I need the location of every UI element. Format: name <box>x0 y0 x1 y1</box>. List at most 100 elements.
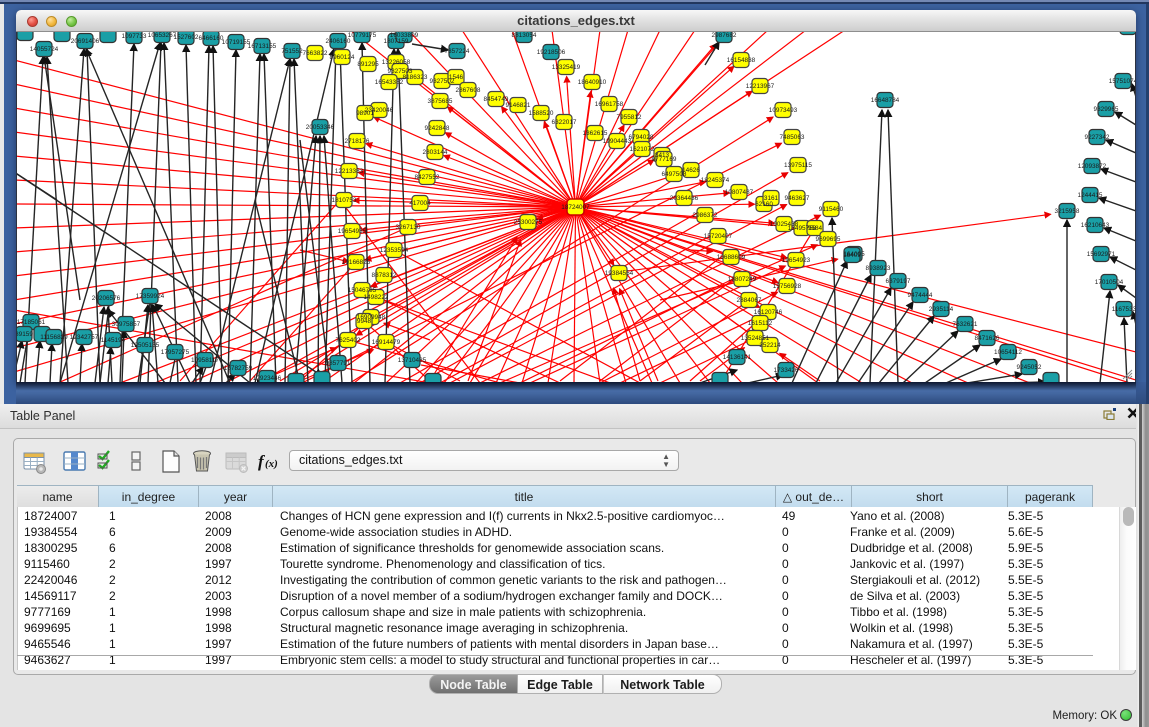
svg-text:16782759: 16782759 <box>224 365 253 372</box>
svg-text:1588520: 1588520 <box>529 110 554 117</box>
svg-text:751552: 751552 <box>281 48 303 55</box>
svg-text:8813054: 8813054 <box>512 32 537 39</box>
svg-text:16914479: 16914479 <box>372 339 401 346</box>
svg-text:18807249: 18807249 <box>728 276 757 283</box>
svg-text:1498222: 1498222 <box>364 294 389 301</box>
svg-text:13975115: 13975115 <box>784 162 812 169</box>
svg-text:2867608: 2867608 <box>456 87 481 94</box>
svg-text:9777169: 9777169 <box>652 156 677 163</box>
svg-text:417004: 417004 <box>409 200 431 207</box>
svg-text:9463627: 9463627 <box>785 195 810 202</box>
svg-text:891295: 891295 <box>357 61 379 68</box>
svg-text:1244415: 1244415 <box>1078 192 1103 199</box>
svg-text:30975857: 30975857 <box>112 321 141 328</box>
svg-text:2986372: 2986372 <box>693 212 718 219</box>
svg-text:12093872: 12093872 <box>1078 163 1107 170</box>
svg-text:7663822: 7663822 <box>303 50 328 57</box>
svg-text:1807159: 1807159 <box>384 38 409 45</box>
svg-text:16033809: 16033809 <box>390 32 419 39</box>
svg-text:1362615: 1362615 <box>583 130 608 137</box>
svg-text:6497508: 6497508 <box>662 171 687 178</box>
svg-text:10958117: 10958117 <box>191 357 219 364</box>
svg-text:2718176: 2718176 <box>345 138 370 145</box>
svg-text:19904443: 19904443 <box>603 138 632 145</box>
svg-text:18640910: 18640910 <box>578 79 607 86</box>
svg-text:20206576: 20206576 <box>92 295 121 302</box>
svg-text:3267130: 3267130 <box>396 224 421 231</box>
svg-text:6466160: 6466160 <box>199 35 224 42</box>
svg-text:9948: 9948 <box>357 318 372 325</box>
svg-text:15692971: 15692971 <box>1087 251 1116 258</box>
svg-text:9584: 9584 <box>808 225 823 232</box>
svg-text:10688609: 10688609 <box>717 254 746 261</box>
svg-text:2406160: 2406160 <box>326 38 351 45</box>
svg-text:2803144: 2803144 <box>423 149 448 156</box>
svg-text:17010504: 17010504 <box>1095 279 1124 286</box>
svg-text:16961758: 16961758 <box>595 101 624 108</box>
svg-text:20364436: 20364436 <box>670 195 699 202</box>
svg-text:6322017: 6322017 <box>552 119 577 126</box>
svg-text:8960124: 8960124 <box>330 54 355 61</box>
svg-text:15720407: 15720407 <box>704 233 733 240</box>
svg-text:19166825: 19166825 <box>342 259 371 266</box>
svg-text:3875685: 3875685 <box>428 98 453 105</box>
svg-text:8878312: 8878312 <box>372 272 397 279</box>
svg-text:1733426: 1733426 <box>774 367 799 374</box>
svg-text:2935114: 2935114 <box>929 306 954 313</box>
svg-text:7485063: 7485063 <box>780 134 805 141</box>
svg-text:8427552: 8427552 <box>415 174 440 181</box>
svg-text:8186323: 8186323 <box>403 74 428 81</box>
svg-text:98901: 98901 <box>356 110 374 117</box>
svg-text:16120746: 16120746 <box>754 309 783 316</box>
svg-text:20053346: 20053346 <box>306 124 335 131</box>
svg-text:17185061: 17185061 <box>17 319 46 326</box>
svg-text:39159: 39159 <box>17 331 33 338</box>
svg-text:19384554: 19384554 <box>605 270 634 277</box>
svg-text:12342757: 12342757 <box>70 334 99 341</box>
svg-text:11156829: 11156829 <box>40 334 68 341</box>
svg-text:9227342: 9227342 <box>1085 134 1110 141</box>
svg-text:18724007: 18724007 <box>561 204 590 211</box>
svg-text:2987682: 2987682 <box>712 32 737 39</box>
svg-text:7357224: 7357224 <box>445 48 470 55</box>
svg-text:1615112: 1615112 <box>748 320 773 327</box>
svg-text:3215958: 3215958 <box>1055 208 1080 215</box>
svg-text:1810753: 1810753 <box>332 197 357 204</box>
svg-text:16210643: 16210643 <box>1081 222 1110 229</box>
svg-text:3161: 3161 <box>764 195 779 202</box>
svg-text:10654112: 10654112 <box>994 349 1022 356</box>
svg-text:12213967: 12213967 <box>746 83 775 90</box>
svg-text:252214: 252214 <box>759 342 781 349</box>
svg-text:7632621: 7632621 <box>953 321 978 328</box>
svg-text:9474444: 9474444 <box>908 292 933 299</box>
svg-text:1097733: 1097733 <box>122 33 147 40</box>
svg-text:13226058: 13226058 <box>382 59 411 66</box>
svg-text:8471626: 8471626 <box>975 335 1000 342</box>
svg-text:10973493: 10973493 <box>769 107 798 114</box>
svg-text:12213383: 12213383 <box>335 168 364 175</box>
svg-text:16409: 16409 <box>843 252 861 259</box>
svg-text:19654935: 19654935 <box>338 228 367 235</box>
svg-text:19756928: 19756928 <box>773 283 802 290</box>
svg-text:9699695: 9699695 <box>816 236 841 243</box>
svg-text:15751074: 15751074 <box>1109 78 1135 85</box>
svg-text:13524851: 13524851 <box>741 335 770 342</box>
svg-text:9857791: 9857791 <box>326 360 351 367</box>
svg-text:(x): (x) <box>265 458 278 470</box>
svg-text:1546: 1546 <box>449 74 464 81</box>
svg-text:17957275: 17957275 <box>161 349 190 356</box>
svg-text:6794028: 6794028 <box>629 134 654 141</box>
svg-text:9245052: 9245052 <box>1017 364 1042 371</box>
svg-text:16154838: 16154838 <box>727 57 756 64</box>
svg-text:62160: 62160 <box>755 201 773 208</box>
svg-text:13710485: 13710485 <box>398 357 427 364</box>
svg-text:9242848: 9242848 <box>425 125 450 132</box>
svg-text:25300275: 25300275 <box>514 219 543 226</box>
svg-text:10807487: 10807487 <box>725 189 754 196</box>
svg-text:1145194: 1145194 <box>101 337 126 344</box>
svg-text:16713155: 16713155 <box>248 43 277 50</box>
svg-text:1527602: 1527602 <box>174 34 199 41</box>
svg-text:20691406: 20691406 <box>71 38 100 45</box>
svg-text:12923446: 12923446 <box>253 375 282 382</box>
svg-text:9329965: 9329965 <box>1094 106 1119 113</box>
